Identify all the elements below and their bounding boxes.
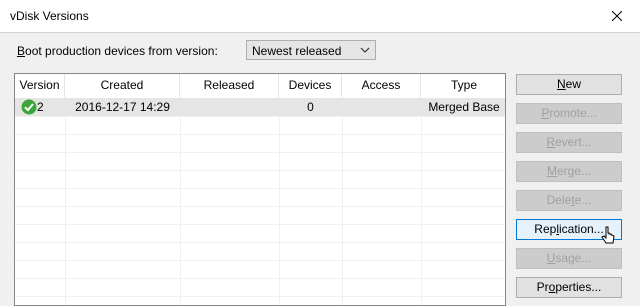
close-button[interactable]: [594, 0, 640, 32]
promote-button[interactable]: Promote...: [516, 103, 622, 124]
grid-line: [15, 152, 505, 153]
table-row[interactable]: 2 2016-12-17 14:29 0 Merged Base: [15, 98, 505, 116]
grid-line: [15, 170, 505, 171]
usage-button[interactable]: Usage...: [516, 248, 622, 269]
column-header-version[interactable]: Version: [15, 74, 65, 97]
versions-table[interactable]: Version Created Released Devices Access …: [14, 73, 506, 306]
grid-line: [15, 224, 505, 225]
revert-button[interactable]: Revert...: [516, 132, 622, 153]
boot-version-value: Newest released: [252, 44, 342, 58]
column-header-created[interactable]: Created: [65, 74, 180, 97]
green-check-icon: [21, 99, 37, 115]
window-title: vDisk Versions: [10, 9, 89, 23]
merge-button[interactable]: Merge...: [516, 161, 622, 182]
grid-line: [15, 296, 505, 297]
column-header-access[interactable]: Access: [342, 74, 421, 97]
grid-line: [15, 278, 505, 279]
cell-access: [342, 98, 421, 116]
cell-released: [180, 98, 279, 116]
mouse-pointer-icon: [601, 226, 615, 244]
cell-version: 2: [37, 100, 44, 114]
boot-version-select[interactable]: Newest released: [246, 40, 376, 60]
grid-line: [421, 97, 422, 305]
column-header-type[interactable]: Type: [421, 74, 505, 97]
column-header-devices[interactable]: Devices: [279, 74, 342, 97]
cell-devices: 0: [307, 100, 314, 114]
grid-line: [15, 242, 505, 243]
properties-button[interactable]: Properties...: [516, 277, 622, 298]
cell-type: Merged Base: [428, 100, 500, 114]
grid-line: [15, 206, 505, 207]
grid-line: [65, 97, 66, 305]
boot-version-label: Boot production devices from version:: [17, 44, 218, 58]
table-header: Version Created Released Devices Access …: [15, 74, 505, 97]
grid-line: [180, 97, 181, 305]
grid-line: [15, 134, 505, 135]
title-bar: vDisk Versions: [0, 0, 640, 33]
grid-line: [15, 188, 505, 189]
chevron-down-icon: [360, 47, 370, 53]
delete-button[interactable]: Delete...: [516, 190, 622, 211]
cell-created: 2016-12-17 14:29: [75, 100, 170, 114]
new-button[interactable]: New: [516, 74, 622, 95]
column-header-released[interactable]: Released: [180, 74, 279, 97]
grid-line: [15, 260, 505, 261]
grid-line: [342, 97, 343, 305]
grid-line: [15, 116, 505, 117]
close-icon: [612, 11, 622, 21]
grid-line: [279, 97, 280, 305]
